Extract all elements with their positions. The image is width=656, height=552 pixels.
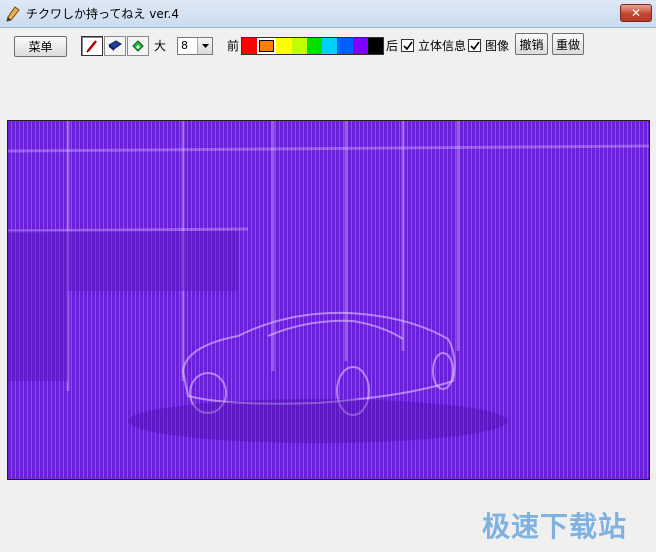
drawing-canvas[interactable]	[7, 120, 650, 480]
redo-button[interactable]: 重做	[552, 33, 584, 55]
stereo-label: 立体信息	[418, 39, 467, 53]
chevron-down-icon	[197, 38, 212, 54]
checkmark-icon	[469, 41, 480, 50]
close-icon: ✕	[630, 6, 642, 20]
pencil-tool-button[interactable]	[81, 36, 103, 56]
color-swatch[interactable]	[242, 38, 258, 54]
eraser-icon	[108, 40, 122, 51]
size-label: 大	[154, 39, 167, 53]
checkmark-icon	[402, 41, 413, 50]
size-value: 8	[181, 39, 188, 52]
close-button[interactable]: ✕	[620, 4, 652, 22]
color-swatch[interactable]	[322, 38, 338, 54]
eraser-tool-button[interactable]	[104, 36, 126, 56]
stereo-checkbox[interactable]	[401, 39, 414, 52]
color-swatch[interactable]	[337, 38, 353, 54]
color-swatch[interactable]	[306, 38, 323, 54]
color-swatch[interactable]	[367, 38, 383, 54]
undo-button[interactable]: 撤销	[515, 33, 548, 55]
pencil-icon	[86, 40, 97, 53]
color-palette	[241, 37, 384, 55]
color-swatch[interactable]	[291, 38, 307, 54]
image-checkbox[interactable]	[468, 39, 481, 52]
stereogram-image	[8, 121, 649, 443]
pencil-app-icon	[6, 6, 20, 22]
menu-button[interactable]: 菜单	[14, 36, 67, 57]
color-swatch[interactable]	[276, 38, 292, 54]
title-bar: チクワしか持ってねえ ver.4 ✕	[0, 0, 656, 28]
color-swatch[interactable]	[257, 38, 277, 54]
image-label: 图像	[485, 39, 510, 53]
color-swatch[interactable]	[352, 38, 368, 54]
fill-tool-button[interactable]	[127, 36, 149, 56]
watermark-text: 极速下载站	[482, 510, 628, 543]
front-color-label: 前	[227, 39, 240, 53]
window-title: チクワしか持ってねえ ver.4	[26, 7, 179, 21]
bucket-fill-icon	[132, 40, 144, 52]
size-select[interactable]: 8	[177, 37, 213, 55]
back-color-label: 后	[386, 39, 399, 53]
